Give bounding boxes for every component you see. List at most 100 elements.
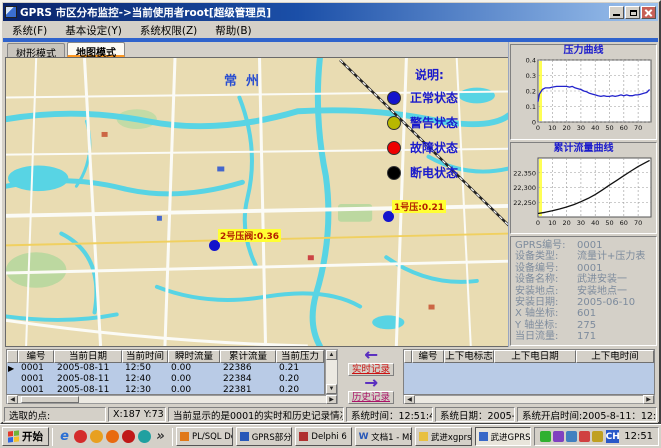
svg-text:60: 60 [620,219,628,227]
power-table-header: 编号 上下电标志 上下电日期 上下电时间 [404,350,654,363]
table-cell: 0001 [18,385,54,395]
task-plsql[interactable]: PL/SQL Dev... [176,427,233,446]
header-indicator [404,350,412,363]
task-delphi[interactable]: Delphi 6 [295,427,352,446]
col-instant-flow[interactable]: 瞬时流量 [168,350,220,363]
screen: GPRS 市区分布监控->当前使用者root[超级管理员] 系统(F) 基本设定… [0,0,661,448]
scroll-left-button[interactable]: ◀ [7,395,18,404]
info-label: 设备编号: [515,263,577,274]
col-power-time[interactable]: 上下电时间 [576,350,654,363]
winamp-icon[interactable] [106,430,119,443]
info-value: 171 [577,331,596,342]
menubar: 系统(F) 基本设定(Y) 系统权限(Z) 帮助(B) [3,22,658,38]
col-total-flow[interactable]: 累计流量 [220,350,276,363]
svg-text:22,350: 22,350 [513,169,536,177]
info-value: 2005-06-10 [577,297,635,308]
col-pressure[interactable]: 当前压力 [276,350,324,363]
display-icon[interactable] [566,431,577,442]
task-gprs-part[interactable]: GPRS部分.... [236,427,293,446]
pressure-chart-plot: 00.10.20.30.4010203040506070 [511,57,656,137]
table-row[interactable]: 00012005-08-1112:400.00223840.20 [7,374,324,385]
scroll-right-button[interactable]: ▶ [643,395,654,404]
power-off-status-icon [387,166,401,180]
col-power-date[interactable]: 上下电日期 [494,350,576,363]
im-icon[interactable] [553,431,564,442]
scrollbar-thumb[interactable] [21,396,79,403]
device-marker-label: 1号压:0.21 [392,200,446,213]
horizontal-scrollbar[interactable]: ◀ ▶ [403,395,655,404]
quick-launch-bar: e» [56,430,169,443]
col-id[interactable]: 编号 [412,350,444,363]
svg-text:0.4: 0.4 [526,57,536,65]
word-icon: W [359,432,368,441]
header-indicator [7,350,18,363]
table-cell: 12:50 [122,363,168,374]
volume-icon[interactable] [592,431,603,442]
svg-text:40: 40 [591,219,599,227]
realplayer-icon[interactable] [74,430,87,443]
realtime-table-header: 编号 当前日期 当前时间 瞬时流量 累计流量 当前压力 [7,350,324,363]
col-id[interactable]: 编号 [18,350,54,363]
realtime-table-body: ▶00012005-08-1112:500.00223860.210001200… [7,363,324,395]
mode-tabs: 树形模式 地图模式 [5,42,510,57]
scroll-down-button[interactable]: ▼ [326,384,337,394]
overflow-chevron[interactable]: » [154,430,167,443]
start-button[interactable]: 开始 [2,427,49,446]
close-button[interactable] [641,6,656,19]
svg-text:0.3: 0.3 [526,72,536,80]
vertical-scrollbar[interactable]: ▲ ▼ [325,349,338,395]
info-label: X 轴坐标: [515,308,577,319]
map-column: 树形模式 地图模式 [5,42,510,347]
restore-button[interactable] [625,6,640,19]
table-row[interactable]: 00012005-08-1112:300.00223810.20 [7,385,324,395]
acdsee-icon[interactable] [90,430,103,443]
pressure-chart: 压力曲线 00.10.20.30.4010203040506070 [510,44,657,140]
svg-text:10: 10 [548,219,556,227]
info-value: 601 [577,308,596,319]
tab-tree-mode[interactable]: 树形模式 [7,43,65,57]
horizontal-scrollbar[interactable]: ◀ ▶ [6,395,338,404]
menu-system[interactable]: 系统(F) [3,22,56,39]
netscape-icon[interactable] [138,430,151,443]
scroll-right-button[interactable]: ▶ [326,395,337,404]
tab-map-mode[interactable]: 地图模式 [67,42,125,57]
right-panel: 压力曲线 00.10.20.30.4010203040506070 累计流量曲线… [508,42,658,347]
history-records-button[interactable]: 历史记录 [348,391,394,404]
city-map[interactable]: 常州 说明: 正常状态 警告状态 故障状态 [5,57,510,347]
flashget-icon[interactable] [540,431,551,442]
minimize-button[interactable] [609,6,624,19]
table-cell: 0.00 [168,363,220,374]
qq-icon[interactable] [122,430,135,443]
svg-text:0.1: 0.1 [526,103,536,111]
legend-item-warning: 警告状态 [387,114,505,131]
titlebar[interactable]: GPRS 市区分布监控->当前使用者root[超级管理员] [3,3,658,21]
info-value: 安装地点一 [577,286,627,297]
menu-system-permissions[interactable]: 系统权限(Z) [131,22,206,39]
task-folder[interactable]: 武进xgprs [415,427,472,446]
task-gprs-monitor[interactable]: 武进GPRS... [475,427,532,446]
task-word-document[interactable]: W文档1 - Mic... [355,427,412,446]
clock[interactable]: 12:51 [622,431,653,442]
svg-text:22,300: 22,300 [513,184,536,192]
language-indicator[interactable]: CH [606,430,619,443]
menu-help[interactable]: 帮助(B) [206,22,260,39]
table-cell: 12:40 [122,374,168,385]
scroll-left-button[interactable]: ◀ [404,395,415,404]
left-arrow-icon: ← [364,349,377,361]
svg-text:30: 30 [577,219,585,227]
scroll-up-button[interactable]: ▲ [326,350,337,360]
svg-text:0.2: 0.2 [526,88,536,96]
col-time[interactable]: 当前时间 [122,350,168,363]
table-row[interactable]: ▶00012005-08-1112:500.00223860.21 [7,363,324,374]
device-info-panel: GPRS编号:0001 设备类型:流量计+压力表 设备编号:0001 设备名称:… [510,236,657,346]
menu-basic-settings[interactable]: 基本设定(Y) [56,22,131,39]
info-label: 设备名称: [515,274,577,285]
col-date[interactable]: 当前日期 [54,350,122,363]
ie-icon[interactable]: e [58,430,71,443]
antivirus-icon[interactable] [579,431,590,442]
table-cell: 12:30 [122,385,168,395]
col-power-flag[interactable]: 上下电标志 [444,350,494,363]
delphi-icon [299,432,308,441]
device-marker-label: 2号压阀:0.36 [218,229,281,242]
legend-item-fault: 故障状态 [387,139,505,156]
